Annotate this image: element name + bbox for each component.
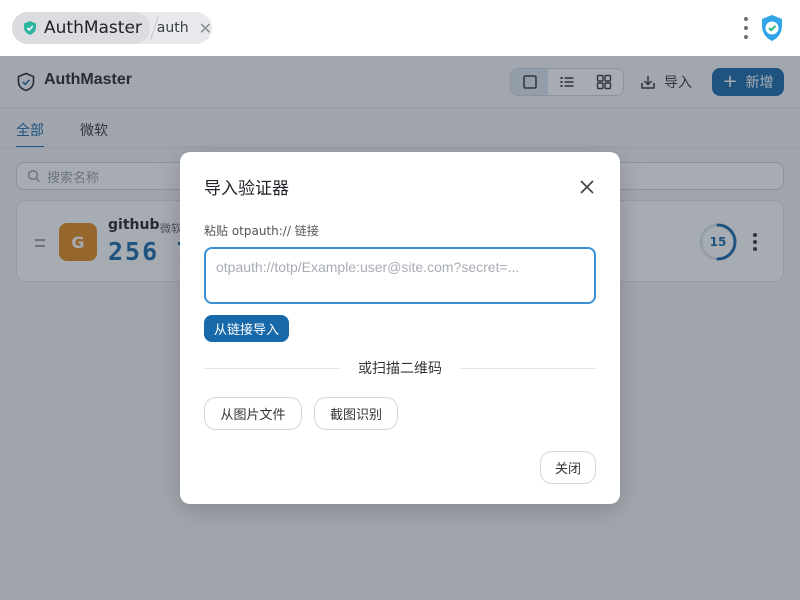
close-icon[interactable]: ✕ — [199, 19, 212, 38]
close-icon[interactable] — [578, 178, 596, 196]
screenshot-recognize-button[interactable]: 截图识别 — [314, 397, 398, 430]
shield-icon — [24, 21, 36, 35]
from-image-file-button[interactable]: 从图片文件 — [204, 397, 302, 430]
import-dialog: 导入验证器 粘贴 otpauth:// 链接 从链接导入 或扫描二维码 从图片文… — [180, 152, 620, 504]
divider-line-right — [460, 368, 596, 369]
browser-menu-icon[interactable] — [738, 14, 754, 42]
extension-shield-icon[interactable] — [760, 14, 784, 42]
extension-chip[interactable]: AuthMaster — [12, 12, 150, 44]
close-dialog-button[interactable]: 关闭 — [540, 451, 596, 484]
breadcrumb-tab[interactable]: auth — [157, 20, 189, 36]
dialog-title: 导入验证器 — [204, 179, 289, 199]
or-divider: 或扫描二维码 — [204, 358, 596, 378]
browser-toolbar: AuthMaster auth ✕ — [0, 0, 800, 56]
import-from-link-button[interactable]: 从链接导入 — [204, 315, 290, 342]
extension-breadcrumb: AuthMaster auth ✕ — [12, 12, 212, 44]
uri-field-label: 粘贴 otpauth:// 链接 — [204, 224, 319, 238]
divider-line-left — [204, 368, 340, 369]
or-scan-label: 或扫描二维码 — [358, 361, 442, 377]
extension-name: AuthMaster — [44, 18, 142, 38]
breadcrumb-divider — [150, 12, 153, 44]
otpauth-uri-input[interactable] — [204, 247, 596, 304]
